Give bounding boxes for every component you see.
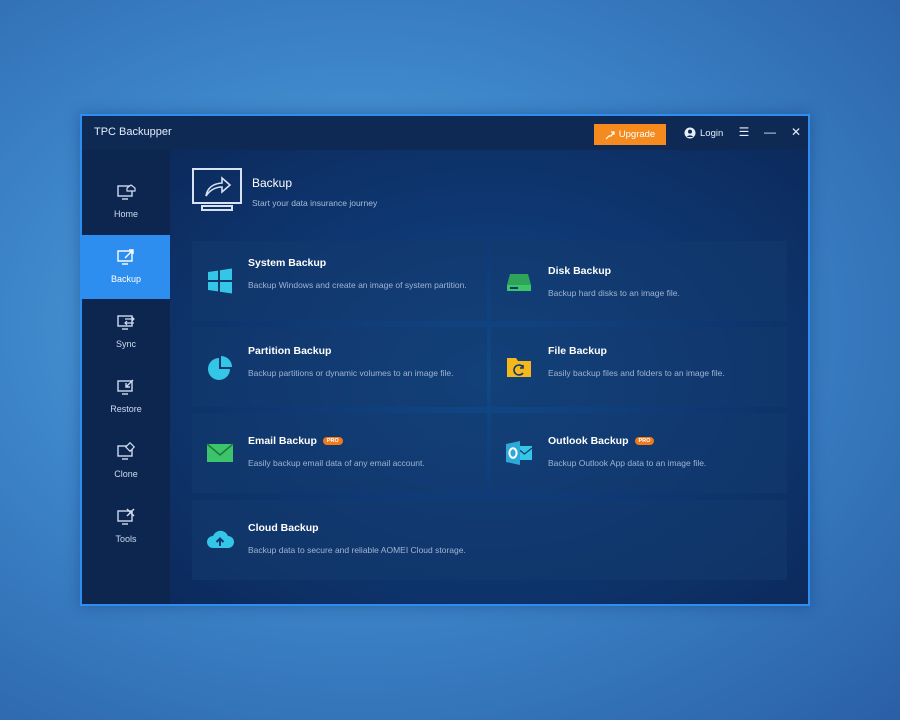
card-title: Partition Backup	[248, 345, 331, 357]
cloud-backup-card[interactable]: Cloud Backup Backup data to secure and r…	[192, 500, 787, 580]
email-backup-card[interactable]: Email Backup PRO Easily backup email data…	[192, 413, 487, 493]
card-description: Backup partitions or dynamic volumes to …	[248, 368, 454, 378]
sidebar-item-label: Backup	[110, 274, 142, 284]
card-title-text: File Backup	[548, 345, 607, 357]
login-label: Login	[700, 127, 724, 139]
system-backup-card[interactable]: System Backup Backup Windows and create …	[192, 241, 487, 321]
cloud-upload-icon	[207, 530, 234, 548]
clone-icon	[117, 442, 136, 460]
windows-icon	[208, 268, 232, 294]
sidebar-item-backup[interactable]: Backup	[82, 235, 170, 299]
restore-icon	[117, 379, 134, 395]
card-title: Email Backup PRO	[248, 435, 343, 447]
card-title-text: Cloud Backup	[248, 522, 319, 534]
sidebar-item-label: Restore	[110, 404, 142, 414]
minimize-icon[interactable]: —	[762, 125, 778, 139]
pro-badge: PRO	[322, 437, 343, 445]
card-title: Cloud Backup	[248, 522, 319, 534]
login-button[interactable]: Login	[684, 127, 723, 139]
card-title: System Backup	[248, 257, 326, 269]
app-window: TPC Backupper Upgrade Login ☰ — ✕ Home B…	[80, 114, 810, 606]
upgrade-icon	[605, 130, 615, 139]
card-title-text: Disk Backup	[548, 265, 612, 277]
outlook-backup-card[interactable]: Outlook Backup PRO Backup Outlook App dat…	[491, 413, 787, 493]
card-title-text: Outlook Backup	[548, 435, 629, 447]
sidebar-item-sync[interactable]: Sync	[82, 300, 170, 364]
pro-badge: PRO	[634, 437, 655, 445]
sidebar: Home Backup Sync Restore Clone Tools	[82, 150, 170, 604]
sidebar-item-restore[interactable]: Restore	[82, 365, 170, 429]
sidebar-item-home[interactable]: Home	[82, 170, 170, 234]
sidebar-item-label: Home	[113, 209, 138, 219]
disk-icon	[507, 274, 531, 291]
outlook-icon	[506, 441, 533, 465]
sidebar-item-tools[interactable]: Tools	[82, 495, 170, 559]
close-icon[interactable]: ✕	[788, 125, 804, 139]
file-backup-card[interactable]: File Backup Easily backup files and fold…	[491, 327, 787, 407]
card-description: Backup Windows and create an image of sy…	[248, 280, 467, 290]
card-title: Disk Backup	[548, 265, 611, 277]
card-description: Easily backup email data of any email ac…	[248, 458, 425, 468]
backup-icon	[117, 249, 134, 265]
card-description: Easily backup files and folders to an im…	[548, 368, 725, 378]
folder-icon	[507, 358, 531, 377]
titlebar: TPC Backupper Upgrade Login ☰ — ✕	[82, 116, 808, 150]
card-description: Backup Outlook App data to an image file…	[548, 458, 707, 468]
card-title-text: Partition Backup	[248, 345, 332, 357]
disk-backup-card[interactable]: Disk Backup Backup hard disks to an imag…	[491, 241, 787, 321]
pie-chart-icon	[208, 356, 232, 380]
card-title-text: Email Backup	[248, 435, 317, 447]
card-title: File Backup	[548, 345, 607, 357]
page-title: Backup	[252, 176, 293, 190]
menu-icon[interactable]: ☰	[736, 125, 752, 139]
partition-backup-card[interactable]: Partition Backup Backup partitions or dy…	[192, 327, 487, 407]
sidebar-item-clone[interactable]: Clone	[82, 430, 170, 494]
page-subtitle: Start your data insurance journey	[252, 198, 378, 208]
sidebar-item-label: Sync	[115, 339, 136, 349]
sidebar-item-label: Tools	[115, 534, 137, 544]
upgrade-button[interactable]: Upgrade	[594, 124, 666, 145]
sidebar-item-label: Clone	[114, 469, 138, 479]
app-title: TPC Backupper	[94, 126, 172, 138]
card-title-text: System Backup	[248, 257, 327, 269]
upgrade-label: Upgrade	[618, 129, 656, 140]
sync-icon	[117, 315, 135, 330]
card-title: Outlook Backup PRO	[548, 435, 655, 447]
backup-monitor-icon	[192, 168, 242, 211]
home-icon	[117, 184, 136, 200]
card-description: Backup hard disks to an image file.	[548, 288, 680, 298]
envelope-icon	[206, 443, 234, 462]
card-description: Backup data to secure and reliable AOMEI…	[248, 545, 466, 555]
main-content: Backup Start your data insurance journey…	[170, 150, 808, 604]
tools-icon	[117, 508, 135, 525]
user-icon	[684, 127, 696, 139]
